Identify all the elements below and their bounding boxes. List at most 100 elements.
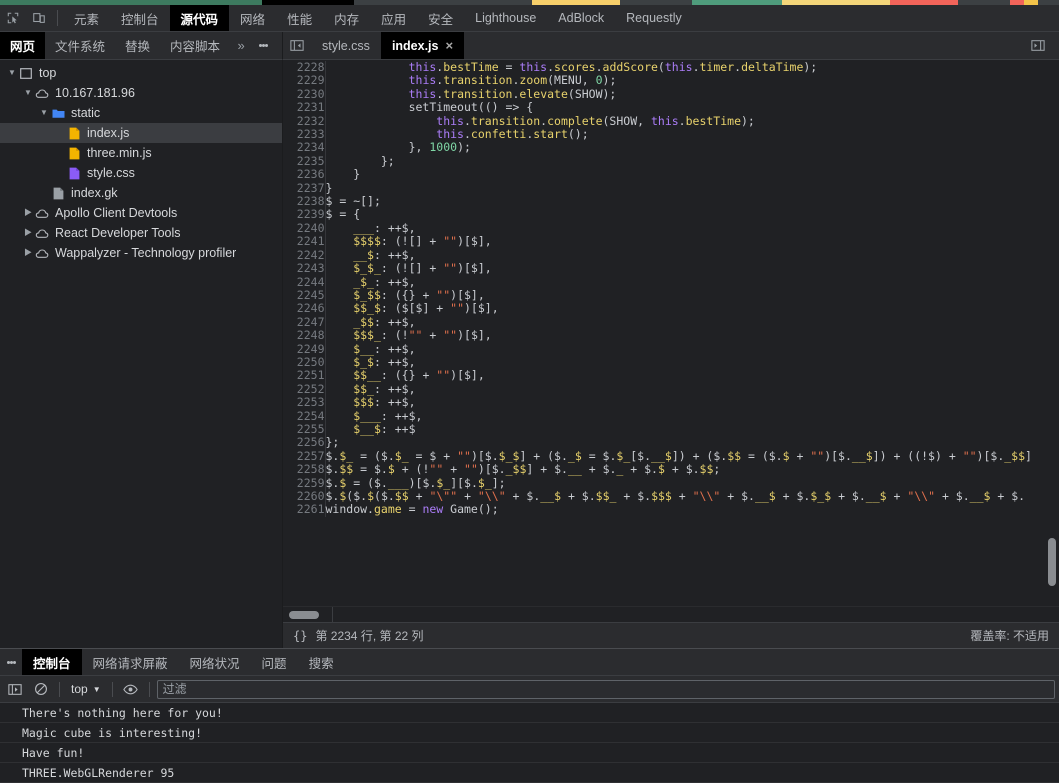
console-message[interactable]: Magic cube is interesting! [0, 723, 1059, 743]
code-viewport[interactable]: 2228 this.bestTime = this.scores.addScor… [283, 60, 1059, 606]
line-number[interactable]: 2232 [283, 115, 325, 128]
editor-vertical-scrollbar[interactable] [1047, 62, 1058, 604]
editor-horizontal-scroll-thumb[interactable] [289, 611, 319, 619]
code-line[interactable]: 2250 $_$: ++$, [283, 356, 1032, 369]
code-line[interactable]: 2254 $___: ++$, [283, 410, 1032, 423]
code-line[interactable]: 2247 _$$: ++$, [283, 316, 1032, 329]
drawer-tab-request-blocking[interactable]: 网络请求屏蔽 [82, 649, 179, 675]
drawer-tab-network-conditions[interactable]: 网络状况 [179, 649, 251, 675]
tab-console[interactable]: 控制台 [110, 5, 170, 31]
line-number[interactable]: 2244 [283, 276, 325, 289]
code-line[interactable]: 2241 $$$$: (![] + "")[$], [283, 235, 1032, 248]
code-line[interactable]: 2256}; [283, 436, 1032, 449]
console-sidebar-icon[interactable] [2, 683, 28, 696]
tab-sources[interactable]: 源代码 [170, 5, 230, 31]
clear-console-icon[interactable] [28, 682, 54, 696]
line-number[interactable]: 2243 [283, 262, 325, 275]
chevron-down-icon[interactable]: ▼ [6, 69, 18, 77]
pretty-print-icon[interactable]: {} [293, 629, 307, 643]
line-number[interactable]: 2256 [283, 436, 325, 449]
tab-requestly[interactable]: Requestly [615, 5, 693, 31]
code-line[interactable]: 2232 this.transition.complete(SHOW, this… [283, 115, 1032, 128]
line-number[interactable]: 2250 [283, 356, 325, 369]
line-number[interactable]: 2249 [283, 343, 325, 356]
line-number[interactable]: 2253 [283, 396, 325, 409]
tab-application[interactable]: 应用 [370, 5, 417, 31]
line-number[interactable]: 2245 [283, 289, 325, 302]
navigator-tab-page[interactable]: 网页 [0, 32, 45, 59]
code-line[interactable]: 2235 }; [283, 155, 1032, 168]
code-line[interactable]: 2260$.$($.$($.$$ + "\"" + "\\" + $.__$ +… [283, 490, 1032, 503]
live-expression-icon[interactable] [118, 683, 144, 696]
code-line[interactable]: 2234 }, 1000); [283, 141, 1032, 154]
code-line[interactable]: 2243 $_$_: (![] + "")[$], [283, 262, 1032, 275]
line-number[interactable]: 2239 [283, 208, 325, 221]
line-number[interactable]: 2237 [283, 182, 325, 195]
console-message-list[interactable]: There's nothing here for you!Magic cube … [0, 703, 1059, 783]
drawer-tab-console[interactable]: 控制台 [22, 649, 82, 675]
line-number[interactable]: 2233 [283, 128, 325, 141]
code-line[interactable]: 2248 $$$_: (!"" + "")[$], [283, 329, 1032, 342]
navigator-tab-filesystem[interactable]: 文件系统 [45, 32, 115, 59]
tab-lighthouse[interactable]: Lighthouse [464, 5, 547, 31]
show-navigator-icon[interactable] [283, 32, 311, 59]
code-line[interactable]: 2230 this.transition.elevate(SHOW); [283, 88, 1032, 101]
execution-context-selector[interactable]: top ▼ [65, 680, 107, 698]
line-number[interactable]: 2260 [283, 490, 325, 503]
console-message[interactable]: There's nothing here for you! [0, 703, 1059, 723]
code-line[interactable]: 2236 } [283, 168, 1032, 181]
drawer-options-icon[interactable] [0, 649, 22, 675]
line-number[interactable]: 2246 [283, 302, 325, 315]
navigator-tab-overrides[interactable]: 替换 [115, 32, 160, 59]
code-line[interactable]: 2228 this.bestTime = this.scores.addScor… [283, 61, 1032, 74]
tree-item[interactable]: ▼10.167.181.96 [0, 83, 282, 103]
more-tabs-icon[interactable] [1025, 39, 1051, 52]
line-number[interactable]: 2259 [283, 477, 325, 490]
tab-network[interactable]: 网络 [229, 5, 276, 31]
drawer-tab-search[interactable]: 搜索 [298, 649, 345, 675]
chevron-down-icon[interactable]: ▼ [38, 109, 50, 117]
tree-item[interactable]: style.css [0, 163, 282, 183]
code-line[interactable]: 2257$.$_ = ($.$_ = $ + "")[$.$_$] + ($._… [283, 450, 1032, 463]
editor-tab-index-js[interactable]: index.js× [381, 32, 464, 59]
tab-performance[interactable]: 性能 [276, 5, 323, 31]
code-line[interactable]: 2237} [283, 182, 1032, 195]
tree-item[interactable]: three.min.js [0, 143, 282, 163]
console-filter-input[interactable] [157, 680, 1055, 699]
line-number[interactable]: 2242 [283, 249, 325, 262]
inspect-element-icon[interactable] [0, 5, 26, 31]
line-number[interactable]: 2251 [283, 369, 325, 382]
line-number[interactable]: 2235 [283, 155, 325, 168]
line-number[interactable]: 2252 [283, 383, 325, 396]
line-number[interactable]: 2247 [283, 316, 325, 329]
code-line[interactable]: 2240 ___: ++$, [283, 222, 1032, 235]
line-number[interactable]: 2238 [283, 195, 325, 208]
tree-item[interactable]: index.gk [0, 183, 282, 203]
line-number[interactable]: 2241 [283, 235, 325, 248]
line-number[interactable]: 2228 [283, 61, 325, 74]
navigator-options-icon[interactable] [252, 32, 274, 59]
console-message[interactable]: Have fun! [0, 743, 1059, 763]
code-line[interactable]: 2244 _$_: ++$, [283, 276, 1032, 289]
tree-item[interactable]: ▶React Developer Tools [0, 223, 282, 243]
tree-item[interactable]: ▶Wappalyzer - Technology profiler [0, 243, 282, 263]
navigator-tab-content-scripts[interactable]: 内容脚本 [160, 32, 230, 59]
line-number[interactable]: 2240 [283, 222, 325, 235]
code-line[interactable]: 2251 $$__: ({} + "")[$], [283, 369, 1032, 382]
line-number[interactable]: 2248 [283, 329, 325, 342]
line-number[interactable]: 2257 [283, 450, 325, 463]
tab-security[interactable]: 安全 [417, 5, 464, 31]
code-line[interactable]: 2229 this.transition.zoom(MENU, 0); [283, 74, 1032, 87]
more-navigator-tabs-icon[interactable]: » [230, 32, 252, 59]
tab-elements[interactable]: 元素 [63, 5, 110, 31]
code-line[interactable]: 2233 this.confetti.start(); [283, 128, 1032, 141]
code-line[interactable]: 2238$ = ~[]; [283, 195, 1032, 208]
tree-item[interactable]: ▼top [0, 63, 282, 83]
line-number[interactable]: 2261 [283, 503, 325, 516]
chevron-right-icon[interactable]: ▶ [22, 229, 34, 237]
tab-memory[interactable]: 内存 [323, 5, 370, 31]
code-line[interactable]: 2239$ = { [283, 208, 1032, 221]
chevron-right-icon[interactable]: ▶ [22, 249, 34, 257]
code-line[interactable]: 2249 $__: ++$, [283, 343, 1032, 356]
code-line[interactable]: 2252 $$_: ++$, [283, 383, 1032, 396]
